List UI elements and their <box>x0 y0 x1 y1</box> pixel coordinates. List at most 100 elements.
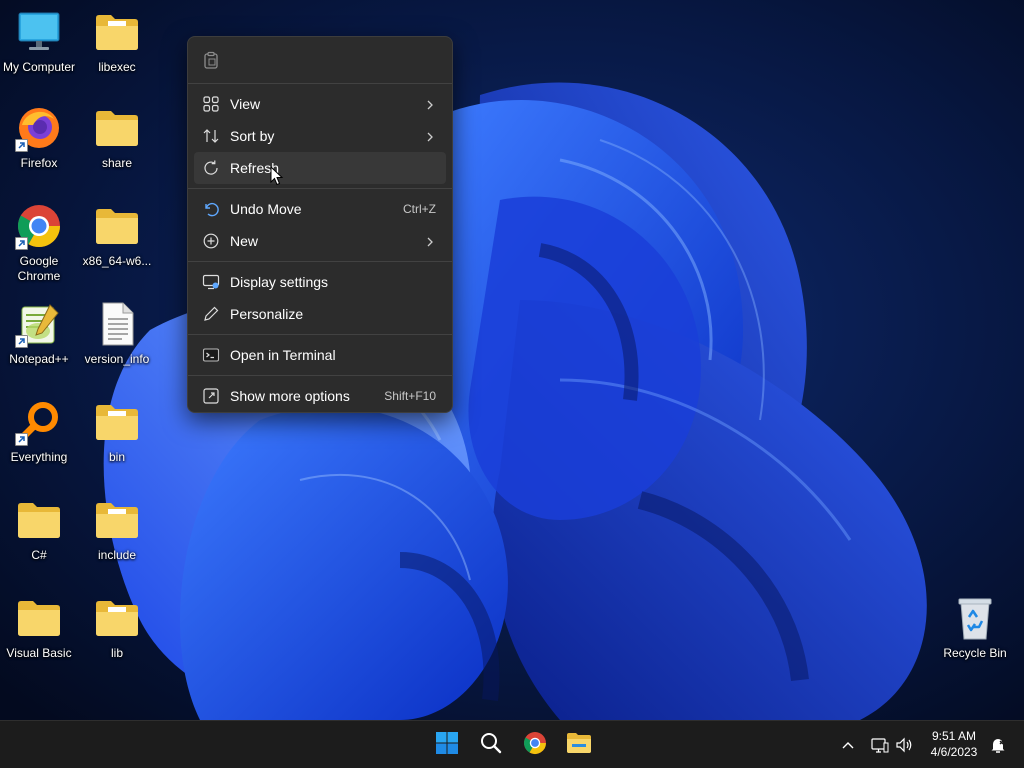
desktop-icon-libexec-folder[interactable]: libexec <box>78 8 156 75</box>
desktop-icon-recycle-bin[interactable]: Recycle Bin <box>936 594 1014 661</box>
chevron-right-icon <box>424 130 436 142</box>
desktop-icon-lib-folder[interactable]: lib <box>78 594 156 661</box>
menu-item-label: Sort by <box>230 128 275 144</box>
chevron-up-icon[interactable] <box>838 735 858 755</box>
desktop-icon-label: Everything <box>10 450 68 464</box>
menu-item-view[interactable]: View <box>194 88 446 120</box>
desktop-icon-google-chrome[interactable]: Google Chrome <box>0 202 78 284</box>
notification-icon[interactable] <box>988 735 1008 755</box>
keyboard-shortcut: Ctrl+Z <box>403 202 436 216</box>
desktop-icon-x86-64-folder[interactable]: x86_64-w6... <box>78 202 156 269</box>
desktop-context-menu: View Sort by Refresh Undo Move Ctrl+Z Ne… <box>187 36 453 413</box>
sort-icon <box>202 127 220 145</box>
desktop-icon-label: Visual Basic <box>6 646 72 660</box>
desktop-icon-label: Google Chrome <box>17 254 61 283</box>
chrome-icon <box>523 731 547 760</box>
menu-item-open-in-terminal[interactable]: Open in Terminal <box>194 339 446 371</box>
menu-item-refresh[interactable]: Refresh <box>194 152 446 184</box>
context-menu-quick-actions <box>188 37 452 83</box>
menu-item-display-settings[interactable]: Display settings <box>194 266 446 298</box>
menu-item-label: View <box>230 96 261 112</box>
clock-time: 9:51 AM <box>931 729 977 743</box>
clock-date: 4/6/2023 <box>930 745 978 759</box>
desktop-icon-label: lib <box>110 646 123 660</box>
everything-search-icon <box>15 398 63 446</box>
desktop-icon-label: Recycle Bin <box>943 646 1007 660</box>
text-file-icon <box>93 300 141 348</box>
menu-item-label: New <box>230 233 259 249</box>
undo-icon <box>202 200 220 218</box>
desktop-icon-everything[interactable]: Everything <box>0 398 78 465</box>
grid-icon <box>202 95 220 113</box>
chevron-right-icon <box>424 98 436 110</box>
shortcut-arrow-icon <box>15 139 28 152</box>
display-icon <box>202 273 220 291</box>
menu-item-label: Undo Move <box>230 201 302 217</box>
desktop-icon-label: Firefox <box>20 156 58 170</box>
clipboard-icon[interactable] <box>202 51 220 69</box>
file-explorer-icon <box>566 731 592 760</box>
desktop-icon-firefox[interactable]: Firefox <box>0 104 78 171</box>
desktop-icon-my-computer[interactable]: My Computer <box>0 8 78 75</box>
menu-item-label: Personalize <box>230 306 304 322</box>
notepad-plus-plus-icon <box>15 300 63 348</box>
chevron-right-icon <box>424 235 436 247</box>
taskbar: 9:51 AM 4/6/2023 <box>0 720 1024 768</box>
shortcut-arrow-icon <box>15 237 28 250</box>
menu-item-personalize[interactable]: Personalize <box>194 298 446 330</box>
folder-icon <box>93 8 141 56</box>
desktop-icon-include-folder[interactable]: include <box>78 496 156 563</box>
taskbar-file-explorer-button[interactable] <box>563 729 595 761</box>
network-icon[interactable] <box>870 735 890 755</box>
terminal-icon <box>202 346 220 364</box>
desktop-icon-label: include <box>97 548 137 562</box>
monitor-icon <box>15 8 63 56</box>
folder-icon <box>93 594 141 642</box>
desktop-icon-version-info-file[interactable]: version_info <box>78 300 156 367</box>
volume-icon[interactable] <box>894 735 914 755</box>
folder-icon <box>15 496 63 544</box>
start-button[interactable] <box>431 729 463 761</box>
desktop-icon-share-folder[interactable]: share <box>78 104 156 171</box>
keyboard-shortcut: Shift+F10 <box>384 389 436 403</box>
folder-icon <box>93 496 141 544</box>
taskbar-chrome-button[interactable] <box>519 729 551 761</box>
folder-icon <box>93 202 141 250</box>
menu-item-label: Show more options <box>230 388 350 404</box>
menu-item-sort-by[interactable]: Sort by <box>194 120 446 152</box>
recycle-bin-icon <box>951 594 999 642</box>
shortcut-arrow-icon <box>15 433 28 446</box>
plus-circle-icon <box>202 232 220 250</box>
folder-icon <box>93 104 141 152</box>
menu-item-label: Refresh <box>230 160 280 176</box>
desktop-icon-label: version_info <box>84 352 150 366</box>
refresh-icon <box>202 159 220 177</box>
taskbar-search-button[interactable] <box>475 729 507 761</box>
desktop-icon-label: libexec <box>98 60 136 74</box>
search-icon <box>479 731 503 760</box>
pen-icon <box>202 305 220 323</box>
desktop-icon-label: share <box>101 156 133 170</box>
chrome-icon <box>15 202 63 250</box>
menu-item-undo-move[interactable]: Undo Move Ctrl+Z <box>194 193 446 225</box>
menu-item-new[interactable]: New <box>194 225 446 257</box>
desktop-icon-csharp-folder[interactable]: C# <box>0 496 78 563</box>
menu-item-show-more-options[interactable]: Show more options Shift+F10 <box>194 380 446 412</box>
desktop-icon-label: C# <box>31 548 47 562</box>
desktop-icon-notepad-plus-plus[interactable]: Notepad++ <box>0 300 78 367</box>
menu-item-label: Display settings <box>230 274 329 290</box>
taskbar-clock[interactable]: 9:51 AM 4/6/2023 <box>922 728 986 760</box>
desktop-icon-visual-basic-folder[interactable]: Visual Basic <box>0 594 78 661</box>
desktop-icon-label: Notepad++ <box>9 352 69 366</box>
folder-icon <box>93 398 141 446</box>
firefox-icon <box>15 104 63 152</box>
desktop-icon-label: bin <box>108 450 125 464</box>
shortcut-arrow-icon <box>15 335 28 348</box>
desktop-icon-label: x86_64-w6... <box>82 254 152 268</box>
menu-item-label: Open in Terminal <box>230 347 336 363</box>
expand-icon <box>202 387 220 405</box>
folder-icon <box>15 594 63 642</box>
desktop-icon-label: My Computer <box>2 60 76 74</box>
desktop-icon-bin-folder[interactable]: bin <box>78 398 156 465</box>
start-icon <box>435 731 459 760</box>
